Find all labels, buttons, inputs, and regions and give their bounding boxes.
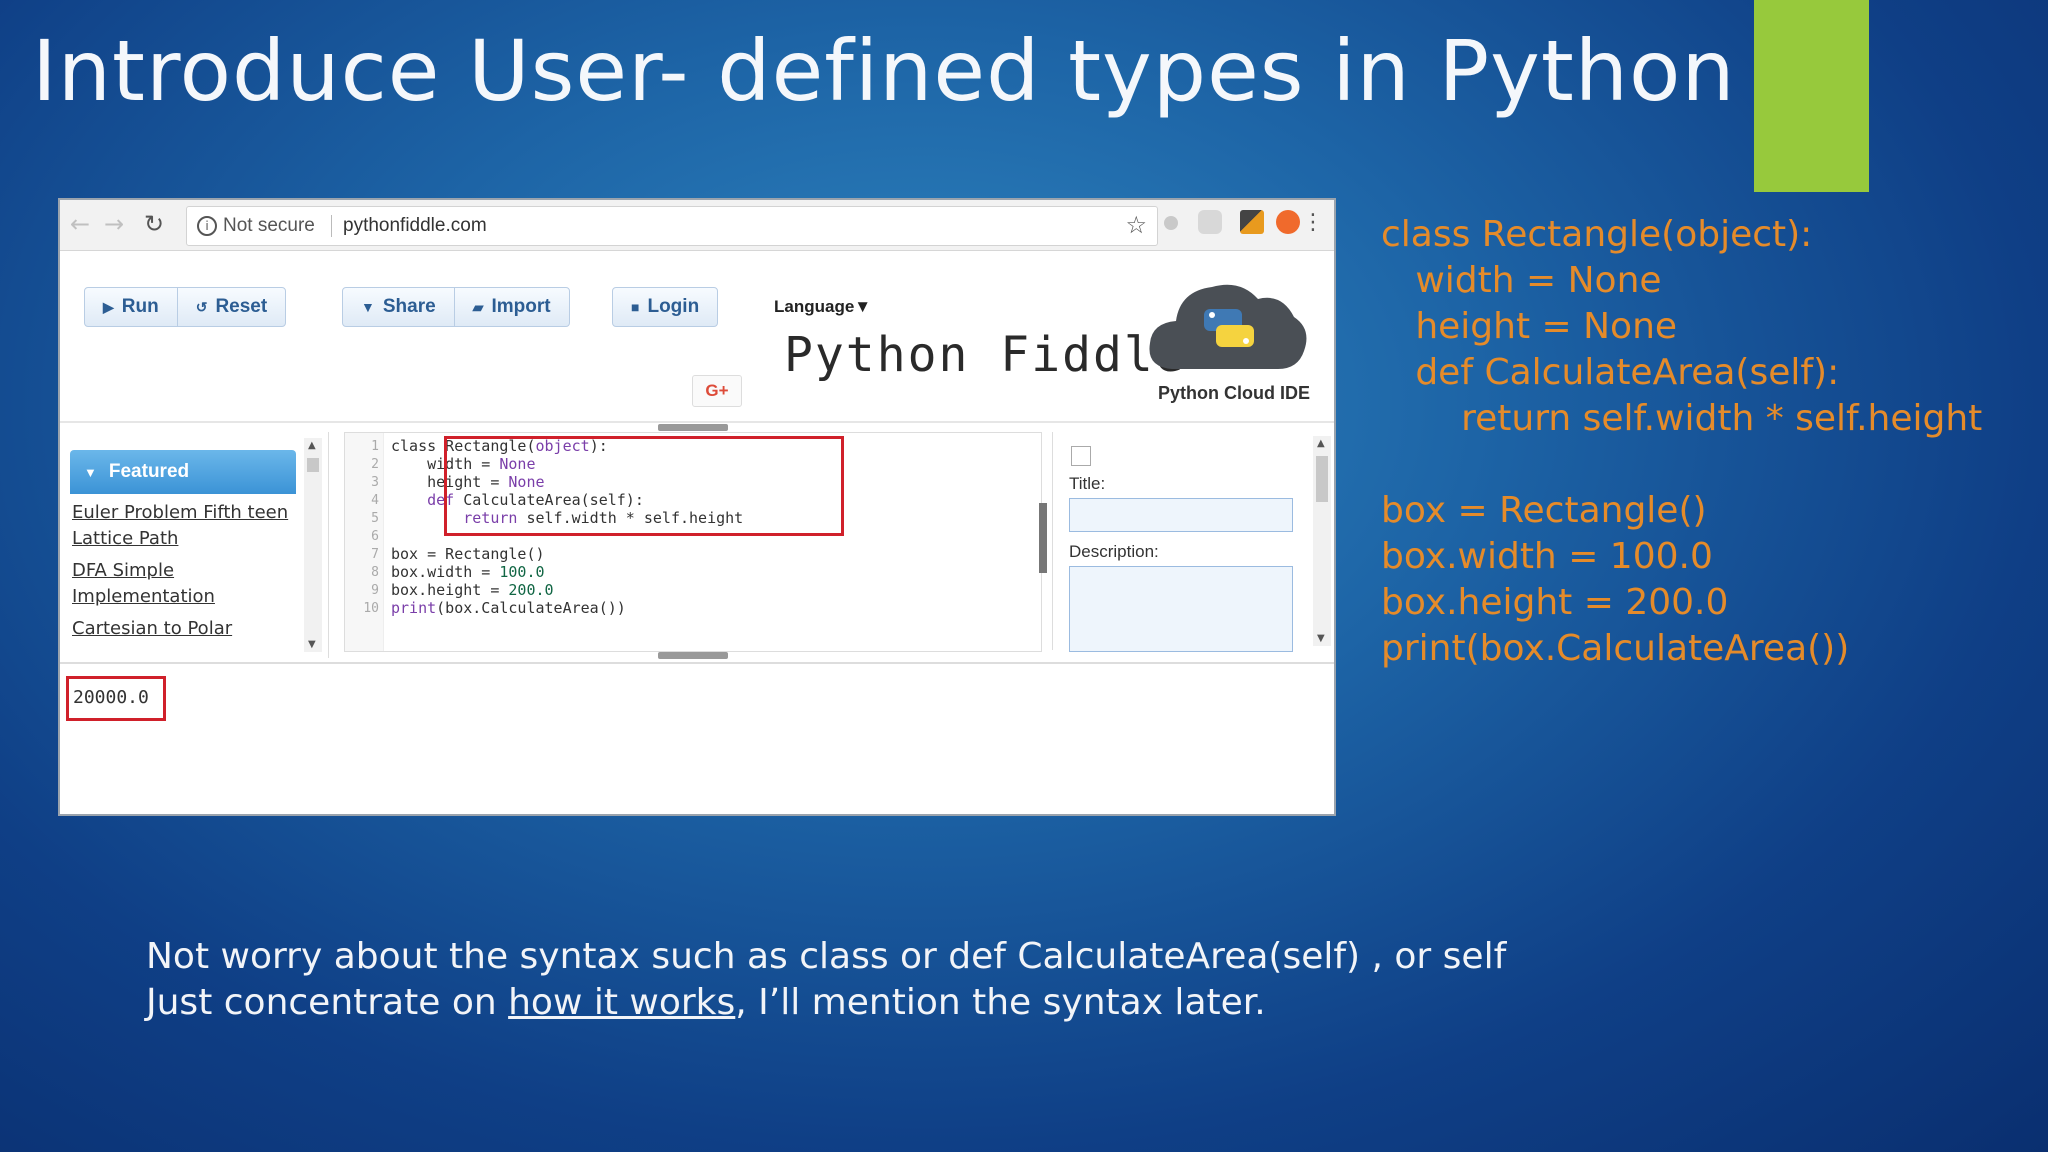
output-panel: 20000.0 xyxy=(60,662,1334,814)
code-listing-line: class Rectangle(object): xyxy=(1381,214,1813,255)
code-listing-line: box.width = 100.0 xyxy=(1381,536,1713,577)
extension-cloud-icon[interactable] xyxy=(1198,210,1222,234)
scroll-down-icon[interactable]: ▼ xyxy=(308,639,316,650)
sidebar-scrollbar[interactable]: ▲ ▼ xyxy=(304,438,322,652)
description-label: Description: xyxy=(1069,542,1159,561)
scroll-thumb[interactable] xyxy=(307,458,319,472)
code-listing-line xyxy=(1381,442,1982,488)
featured-link-euler[interactable]: Euler Problem Fifth teen Lattice Path xyxy=(72,500,292,552)
how-it-works-link[interactable]: how it works xyxy=(508,982,735,1023)
code-listing-line: width = None xyxy=(1381,260,1662,301)
output-value: 20000.0 xyxy=(66,676,166,721)
class-highlight-box xyxy=(444,436,844,536)
code-line: print(box.CalculateArea()) xyxy=(391,599,626,617)
login-button[interactable]: ■ Login xyxy=(613,288,717,326)
share-import-group: ▼ Share ▰ Import xyxy=(342,287,570,327)
language-dropdown[interactable]: Language▼ xyxy=(774,297,871,317)
featured-link-cartesian[interactable]: Cartesian to Polar xyxy=(72,616,292,642)
code-listing-line: def CalculateArea(self): xyxy=(1381,352,1840,393)
line-number: 3 xyxy=(371,475,379,490)
featured-list: Euler Problem Fifth teen Lattice Path DF… xyxy=(72,500,292,648)
code-listing-line: return self.width * self.height xyxy=(1381,398,1983,439)
not-secure-label: Not secure xyxy=(223,215,315,236)
forward-arrow-icon[interactable]: → xyxy=(104,210,124,238)
browser-toolbar: ← → ↻ i Not secure pythonfiddle.com ☆ ⋮ xyxy=(60,200,1334,251)
code-listing-line: box = Rectangle() xyxy=(1381,490,1707,531)
details-scrollbar[interactable]: ▲ ▼ xyxy=(1313,436,1331,646)
editor-resize-handle-right[interactable] xyxy=(1039,503,1047,573)
address-divider xyxy=(331,215,332,237)
editor-resize-handle-top[interactable] xyxy=(658,424,728,431)
scroll-thumb[interactable] xyxy=(1316,456,1328,502)
reload-icon[interactable]: ↻ xyxy=(144,210,164,238)
bookmark-star-icon[interactable]: ☆ xyxy=(1125,211,1147,239)
import-button[interactable]: ▰ Import xyxy=(453,288,569,326)
extension-dot-icon[interactable] xyxy=(1164,216,1178,230)
cloud-caption: Python Cloud IDE xyxy=(1158,383,1310,403)
run-button[interactable]: ▶ Run xyxy=(85,288,177,326)
extension-orange-icon[interactable] xyxy=(1276,210,1300,234)
line-number: 4 xyxy=(371,493,379,508)
line-number: 10 xyxy=(363,601,379,616)
bottom-note: Not worry about the syntax such as class… xyxy=(146,934,1506,1026)
fiddle-details-panel: Title: Description: ▲ ▼ xyxy=(1052,432,1334,652)
share-button[interactable]: ▼ Share xyxy=(343,288,454,326)
line-number: 8 xyxy=(371,565,379,580)
login-group: ■ Login xyxy=(612,287,719,327)
browser-screenshot: ← → ↻ i Not secure pythonfiddle.com ☆ ⋮ … xyxy=(60,200,1334,814)
play-icon: ▶ xyxy=(103,299,114,315)
featured-link-dfa[interactable]: DFA Simple Implementation xyxy=(72,558,292,610)
code-line: box.height = 200.0 xyxy=(391,581,554,599)
code-listing-line: box.height = 200.0 xyxy=(1381,582,1729,623)
scroll-down-icon[interactable]: ▼ xyxy=(1317,633,1325,644)
accent-bar xyxy=(1754,0,1869,192)
code-listing-line: height = None xyxy=(1381,306,1678,347)
description-input[interactable] xyxy=(1069,566,1293,652)
line-number: 6 xyxy=(371,529,379,544)
code-line: box = Rectangle() xyxy=(391,545,545,563)
private-checkbox[interactable] xyxy=(1071,446,1091,466)
reset-button[interactable]: ↺ Reset xyxy=(176,288,285,326)
info-icon[interactable]: i xyxy=(197,216,217,236)
featured-sidebar: ▼ Featured Euler Problem Fifth teen Latti… xyxy=(60,432,329,658)
back-arrow-icon[interactable]: ← xyxy=(70,210,90,238)
editor-resize-handle-bottom[interactable] xyxy=(658,652,728,659)
menu-kebab-icon[interactable]: ⋮ xyxy=(1302,210,1324,235)
bottom-note-line2: Just concentrate on how it works, I’ll m… xyxy=(146,982,1266,1023)
code-listing: class Rectangle(object): width = None he… xyxy=(1381,212,1982,672)
fiddle-header: ▶ Run ↺ Reset ▼ Share ▰ Import ■ Login Langua… xyxy=(60,251,1334,423)
line-number: 5 xyxy=(371,511,379,526)
scroll-up-icon[interactable]: ▲ xyxy=(1317,438,1325,449)
featured-tab[interactable]: ▼ Featured xyxy=(70,450,296,494)
python-cloud-logo-icon xyxy=(1149,284,1307,369)
line-number: 1 xyxy=(371,439,379,454)
line-number: 9 xyxy=(371,583,379,598)
code-listing-line: print(box.CalculateArea()) xyxy=(1381,628,1850,669)
bottom-note-line1: Not worry about the syntax such as class… xyxy=(146,936,1507,977)
run-reset-group: ▶ Run ↺ Reset xyxy=(84,287,287,327)
title-input[interactable] xyxy=(1069,498,1293,532)
url-text[interactable]: pythonfiddle.com xyxy=(343,215,487,237)
reset-icon: ↺ xyxy=(195,299,208,315)
slide-title: Introduce User- defined types in Python xyxy=(32,22,1736,120)
extension-eyedropper-icon[interactable] xyxy=(1240,210,1264,234)
python-fiddle-brand: Python Fiddle xyxy=(784,327,1186,383)
scroll-up-icon[interactable]: ▲ xyxy=(308,440,316,451)
line-number-gutter: 1 2 3 4 5 6 7 8 9 10 xyxy=(345,433,384,651)
address-bar[interactable]: i Not secure pythonfiddle.com ☆ xyxy=(186,206,1158,246)
lock-icon: ■ xyxy=(631,299,640,315)
google-plus-button[interactable]: G+ xyxy=(692,375,742,407)
line-number: 7 xyxy=(371,547,379,562)
chevron-down-icon: ▼ xyxy=(84,465,97,480)
folder-icon: ▰ xyxy=(472,299,484,315)
line-number: 2 xyxy=(371,457,379,472)
chevron-down-icon: ▼ xyxy=(361,299,375,315)
code-line: box.width = 100.0 xyxy=(391,563,545,581)
title-label: Title: xyxy=(1069,474,1106,493)
